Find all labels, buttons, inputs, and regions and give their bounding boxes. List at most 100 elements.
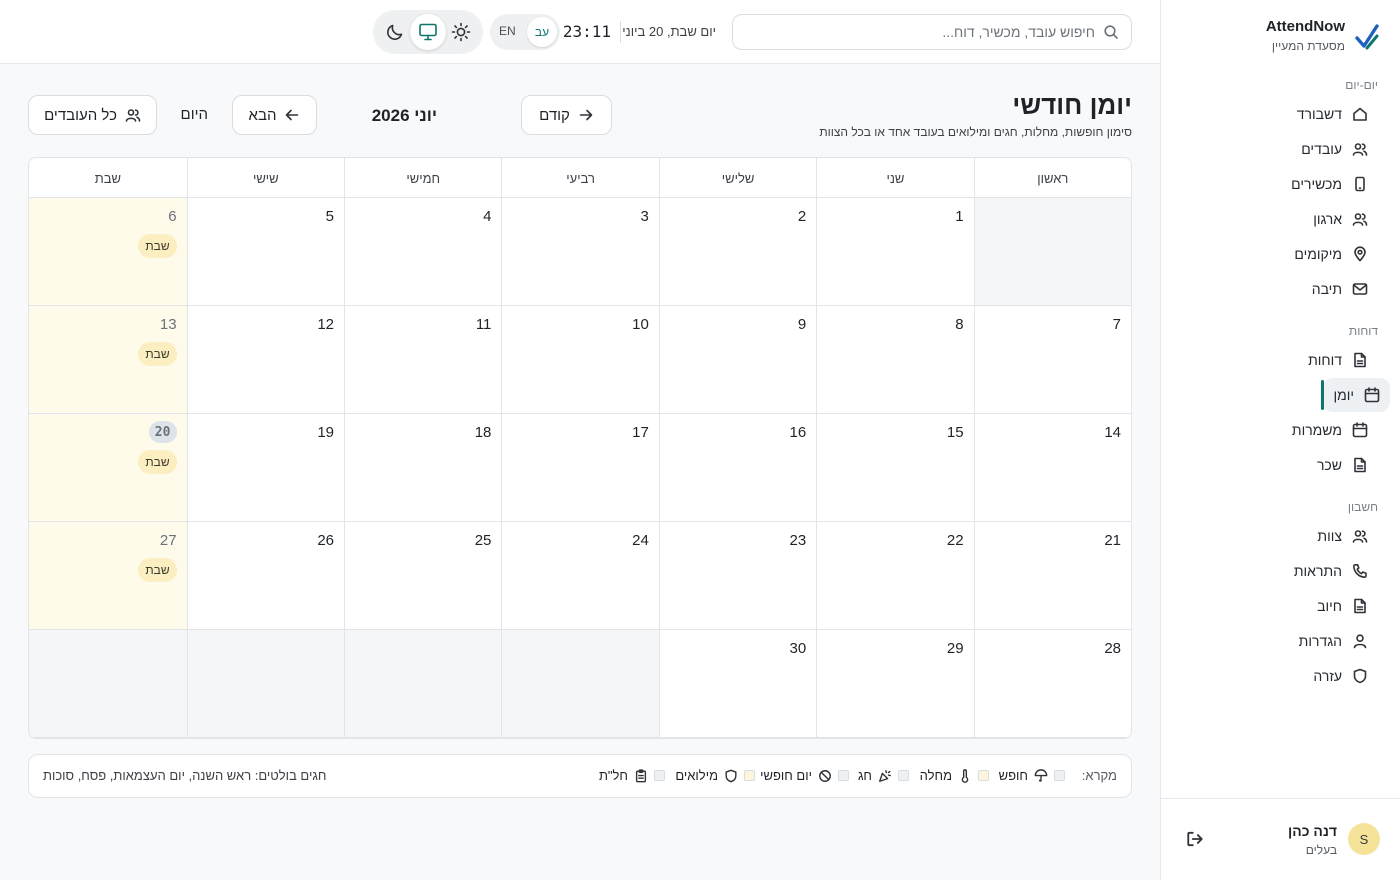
today-button[interactable]: היום	[181, 106, 208, 123]
calendar-day-cell[interactable]: 15	[816, 414, 974, 522]
calendar-day-cell[interactable]: 12	[186, 306, 344, 414]
weekday-header-cell: שבת	[94, 170, 122, 186]
sidebar-item-reports[interactable]: דוחות	[1296, 343, 1380, 377]
calendar-day-cell[interactable]: 5	[186, 198, 344, 306]
logout-icon[interactable]	[1186, 830, 1204, 848]
avatar[interactable]: S	[1348, 823, 1380, 855]
prev-month-button[interactable]: קודם	[521, 95, 612, 135]
sidebar-item-label: חיוב	[1317, 598, 1342, 614]
calendar-day-cell[interactable]: 26	[186, 522, 344, 630]
calendar-day-cell[interactable]: 3	[501, 198, 659, 306]
shield-icon	[725, 769, 737, 782]
calendar-day-cell[interactable]: 7	[973, 306, 1131, 414]
sidebar-item-employees[interactable]: עובדים	[1289, 132, 1380, 166]
sidebar-item-settings[interactable]: הגדרות	[1287, 624, 1380, 658]
users-icon	[1352, 213, 1368, 226]
saturday-badge: שבת	[138, 342, 177, 366]
map-pin-icon	[1354, 246, 1366, 262]
sidebar-item-label: עזרה	[1313, 668, 1342, 684]
calendar-day-cell[interactable]: 20 שבת	[29, 414, 187, 522]
day-number: 5	[325, 208, 334, 225]
sidebar-item-organization[interactable]: ארגון	[1301, 202, 1380, 236]
legend-item-sick: מחלה	[920, 768, 989, 783]
saturday-badge: שבת	[138, 450, 177, 474]
search-box[interactable]	[732, 14, 1132, 50]
calendar-day-cell[interactable]: 27 שבת	[29, 522, 187, 630]
sidebar-item-locations[interactable]: מיקומים	[1282, 237, 1380, 271]
sidebar-item-label: משמרות	[1291, 422, 1342, 438]
phone-icon	[1353, 564, 1367, 578]
sidebar-item-dashboard[interactable]: דשבורד	[1285, 97, 1380, 131]
lang-option-english[interactable]: EN	[499, 24, 516, 38]
sidebar-item-alerts[interactable]: התראות	[1282, 554, 1380, 588]
language-switch[interactable]: עב EN	[490, 14, 560, 50]
next-month-button[interactable]: הבא	[232, 95, 317, 135]
legend: מקרא: חופש מחלה חג יום חופשי מילואים חל"…	[28, 754, 1132, 798]
search-input[interactable]	[755, 24, 1095, 40]
calendar-day-cell[interactable]: 30	[658, 630, 817, 738]
file-icon	[1354, 352, 1366, 368]
sidebar-item-team[interactable]: צוות	[1305, 519, 1380, 553]
theme-dark-button[interactable]	[377, 14, 413, 50]
sidebar-item-payroll[interactable]: שכר	[1305, 448, 1380, 482]
calendar-day-cell[interactable]: 23	[658, 522, 817, 630]
all-employees-button[interactable]: כל העובדים	[28, 95, 157, 135]
party-icon	[879, 769, 891, 782]
calendar-day-cell[interactable]: 14	[973, 414, 1131, 522]
sidebar-item-billing[interactable]: חיוב	[1305, 589, 1380, 623]
calendar-day-cell[interactable]: 22	[816, 522, 974, 630]
day-number: 1	[955, 208, 964, 225]
calendar-day-cell[interactable]: 25	[344, 522, 502, 630]
theme-light-button[interactable]	[443, 14, 479, 50]
day-number: 10	[632, 316, 649, 333]
umbrella-icon	[1034, 768, 1048, 782]
users-icon	[125, 109, 141, 122]
calendar-day-cell[interactable]: 16	[658, 414, 817, 522]
theme-system-button[interactable]	[410, 14, 446, 50]
weekday-header-cell: שלישי	[658, 158, 816, 198]
calendar-day-cell[interactable]: 18	[344, 414, 502, 522]
legend-item-unpaid-leave: חל"ת	[599, 768, 665, 783]
calendar-day-cell[interactable]: 17	[501, 414, 659, 522]
month-label: יוני 2026	[371, 106, 437, 125]
sidebar-item-label: דשבורד	[1296, 106, 1342, 122]
calendar-day-cell[interactable]: 13 שבת	[29, 306, 187, 414]
calendar-day-cell[interactable]: 9	[658, 306, 817, 414]
brand[interactable]: AttendNow מסעדת המעיין	[1180, 16, 1380, 60]
calendar-day-cell[interactable]: 10	[501, 306, 659, 414]
moon-icon	[387, 24, 403, 40]
legend-swatch	[838, 770, 849, 781]
users-icon	[1352, 143, 1368, 156]
sidebar-item-devices[interactable]: מכשירים	[1279, 167, 1380, 201]
legend-label: חג	[857, 768, 872, 783]
lang-option-hebrew[interactable]: עב	[527, 17, 557, 47]
calendar-day-cell[interactable]: 11	[344, 306, 502, 414]
main-content: יומן חודשי סימון חופשות, מחלות, חגים ומי…	[0, 64, 1160, 880]
day-number: 26	[317, 532, 334, 549]
mail-icon	[1352, 283, 1368, 295]
brand-logo-icon	[1355, 24, 1379, 50]
calendar-day-cell[interactable]: 21	[973, 522, 1131, 630]
calendar-day-cell[interactable]: 1	[816, 198, 974, 306]
calendar-day-cell[interactable]: 19	[186, 414, 344, 522]
prev-month-label: קודם	[539, 106, 570, 124]
app-root: AttendNow מסעדת המעיין יום-יום דשבורד עו…	[0, 0, 1400, 880]
calendar-day-cell[interactable]: 28	[973, 630, 1131, 738]
monitor-icon	[419, 23, 437, 41]
calendar-day-cell[interactable]: 29	[816, 630, 974, 738]
calendar-day-cell[interactable]: 24	[501, 522, 659, 630]
theme-switch[interactable]	[373, 10, 483, 54]
legend-label: מחלה	[919, 768, 952, 783]
calendar-day-cell[interactable]: 8	[816, 306, 974, 414]
sidebar-item-shifts[interactable]: משמרות	[1280, 413, 1380, 447]
legend-item-day-off: יום חופשי	[760, 768, 849, 783]
sidebar-item-calendar[interactable]: יומן	[1321, 378, 1390, 412]
legend-swatch	[654, 770, 665, 781]
calendar-day-cell[interactable]: 2	[658, 198, 817, 306]
calendar-day-cell[interactable]: 6 שבת	[29, 198, 187, 306]
sidebar-item-help[interactable]: עזרה	[1301, 659, 1380, 693]
legend-swatch	[1054, 770, 1065, 781]
legend-item-vacation: חופש	[999, 768, 1065, 783]
calendar-day-cell[interactable]: 4	[344, 198, 502, 306]
sidebar-item-inbox[interactable]: תיבה	[1300, 272, 1380, 306]
